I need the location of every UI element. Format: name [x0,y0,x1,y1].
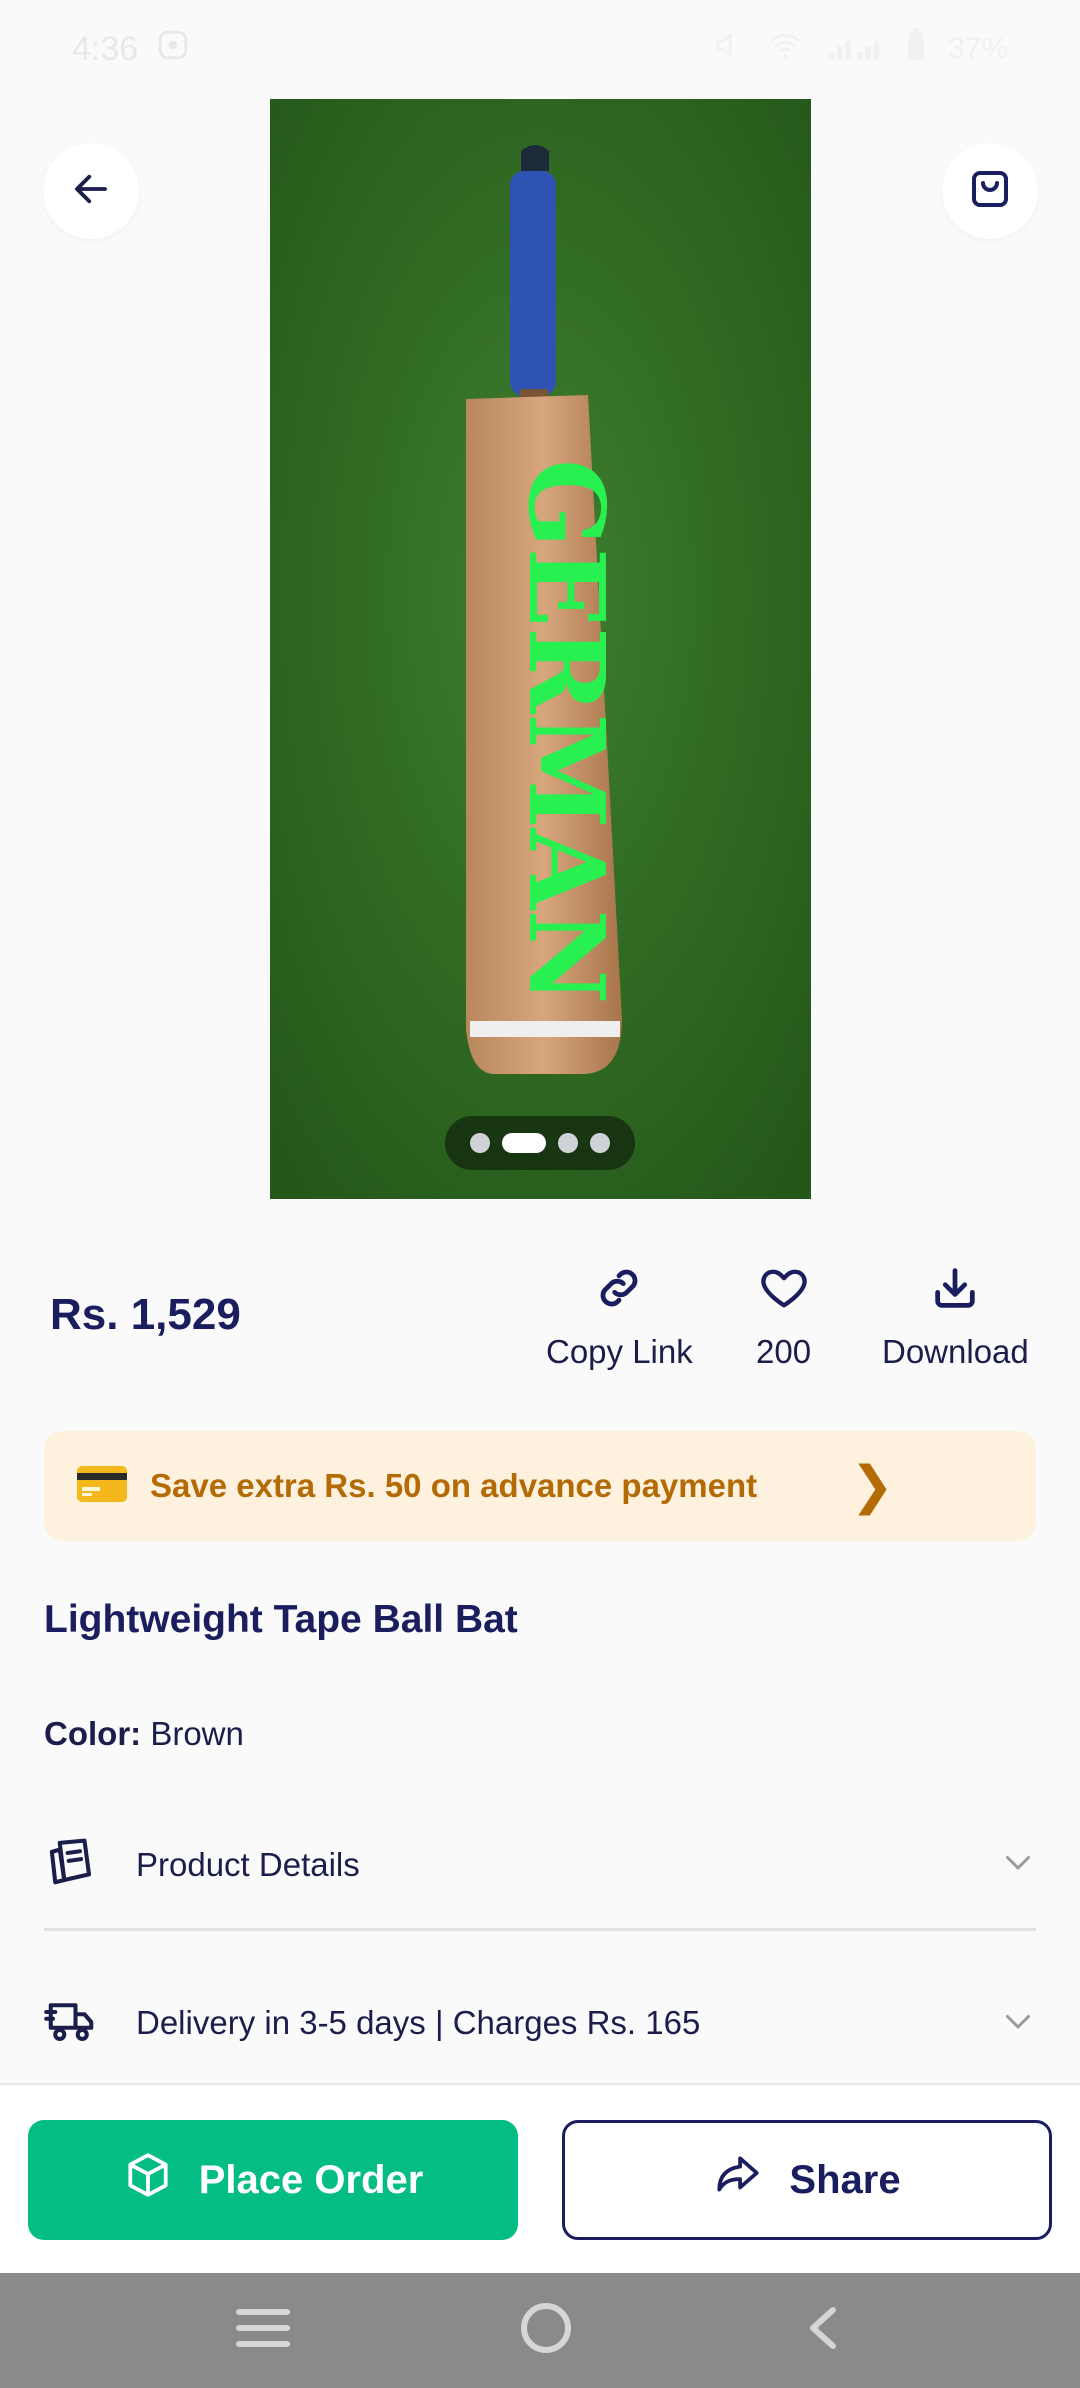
advance-payment-offer[interactable]: Save extra Rs. 50 on advance payment ❯ [44,1431,1036,1541]
product-image[interactable]: GERMAN [270,99,811,1199]
color-label: Color: [44,1715,142,1752]
color-value: Brown [150,1715,244,1752]
mute-icon [712,28,746,70]
product-price: Rs. 1,529 [50,1290,241,1339]
system-navigation-bar [0,2273,1080,2388]
delivery-label: Delivery in 3-5 days | Charges Rs. 165 [136,2004,701,2041]
battery-percent: 37% [947,32,1008,65]
bat-brand-text: GERMAN [505,459,628,1004]
copy-link-label: Copy Link [546,1333,693,1370]
chevron-down-icon [1000,2003,1036,2044]
product-title: Lightweight Tape Ball Bat [44,1598,518,1641]
signal-icon [824,28,884,70]
link-icon [593,1262,645,1319]
chevron-down-icon [1000,1844,1036,1885]
status-time: 4:36 [72,29,139,68]
share-button[interactable]: Share [562,2120,1052,2240]
back-button[interactable] [43,143,139,239]
carousel-dot-active[interactable] [502,1133,546,1153]
delivery-truck-icon [44,1994,98,2053]
place-order-label: Place Order [198,2157,424,2202]
like-count: 200 [756,1333,812,1370]
document-icon [44,1835,98,1894]
back-nav-icon[interactable] [801,2304,845,2357]
cart-button[interactable] [942,143,1038,239]
wifi-icon [768,28,802,70]
download-button[interactable]: Download [882,1262,1029,1371]
status-bar: 4:36 37% [0,0,1080,98]
like-button[interactable]: 200 [756,1262,811,1371]
download-label: Download [882,1333,1029,1370]
product-details-accordion[interactable]: Product Details [44,1801,1036,1931]
arrow-left-icon [70,168,112,215]
heart-icon [758,1262,810,1319]
box-icon [123,2150,173,2210]
menu-icon[interactable] [235,2306,291,2355]
carousel-dot[interactable] [558,1133,578,1153]
battery-icon [906,28,926,70]
offer-text: Save extra Rs. 50 on advance payment [150,1467,758,1504]
home-icon[interactable] [520,2302,572,2359]
carousel-dot[interactable] [590,1133,610,1153]
image-carousel-indicator [445,1116,635,1170]
delivery-accordion[interactable]: Delivery in 3-5 days | Charges Rs. 165 [44,1958,1036,2088]
carousel-dot[interactable] [470,1133,490,1153]
place-order-button[interactable]: Place Order [28,2120,518,2240]
notification-icon [156,28,190,71]
credit-card-icon [76,1465,128,1508]
color-row: Color: Brown [44,1715,244,1753]
chevron-right-icon: ❯ [850,1457,894,1515]
share-label: Share [789,2157,901,2202]
product-details-label: Product Details [136,1845,360,1883]
download-icon [929,1262,981,1319]
copy-link-button[interactable]: Copy Link [546,1262,693,1371]
shopping-bag-icon [966,165,1014,218]
share-arrow-icon [713,2150,763,2210]
